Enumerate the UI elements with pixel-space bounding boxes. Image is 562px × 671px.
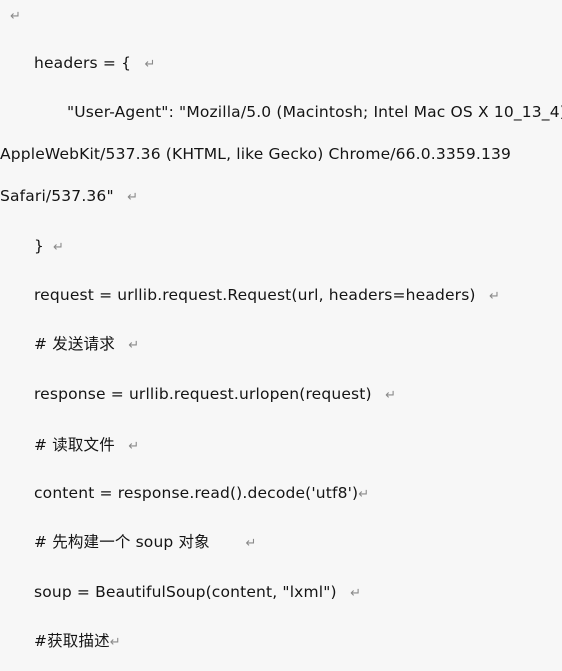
line-comment-read: # 读取文件 ↵ <box>0 436 562 456</box>
line-soup-text: soup = BeautifulSoup(content, "lxml") <box>34 583 337 601</box>
paragraph-mark-icon: ↵ <box>52 240 65 255</box>
line-headers-open: headers = { ↵ <box>0 54 562 74</box>
paragraph-mark-icon: ↵ <box>358 487 370 502</box>
line-content: content = response.read().decode('utf8')… <box>0 484 562 504</box>
line-applewebkit-text: AppleWebKit/537.36 (KHTML, like Gecko) C… <box>0 145 512 163</box>
line-safari-gap <box>114 188 127 205</box>
line-user-agent-text: "User-Agent": "Mozilla/5.0 (Macintosh; I… <box>67 103 562 121</box>
line-comment-soup-text: # 先构建一个 soup 对象 <box>34 533 210 551</box>
paragraph-mark-icon: ↵ <box>128 439 140 454</box>
line-request: request = urllib.request.Request(url, he… <box>0 286 562 306</box>
line-response-gap <box>372 386 385 403</box>
line-headers-close-gap <box>44 238 53 255</box>
line-comment-read-text: # 读取文件 <box>34 436 115 454</box>
paragraph-mark-icon: ↵ <box>385 388 397 403</box>
paragraph-mark-icon: ↵ <box>245 536 257 551</box>
line-headers-open-gap <box>131 55 144 72</box>
line-headers-close: } ↵ <box>0 237 562 257</box>
paragraph-mark-icon: ↵ <box>489 289 501 304</box>
paragraph-mark-icon: ↵ <box>144 57 156 72</box>
line-applewebkit: AppleWebKit/537.36 (KHTML, like Gecko) C… <box>0 145 562 164</box>
paragraph-mark-icon: ↵ <box>350 586 362 601</box>
paragraph-mark-icon: ↵ <box>127 190 139 205</box>
line-headers-close-text: } <box>34 237 45 255</box>
line-user-agent: "User-Agent": "Mozilla/5.0 (Macintosh; I… <box>0 103 562 122</box>
line-request-gap <box>476 287 489 304</box>
paragraph-mark-icon: ↵ <box>128 338 140 353</box>
line-comment-soup-gap <box>210 534 246 551</box>
line-safari-text: Safari/537.36" <box>0 187 114 205</box>
line-headers-open-text: headers = { <box>34 54 132 72</box>
line-comment-send: # 发送请求 ↵ <box>0 335 562 355</box>
line-comment-read-gap <box>115 437 128 454</box>
line-comment-soup: # 先构建一个 soup 对象 ↵ <box>0 533 562 553</box>
line-content-text: content = response.read().decode('utf8') <box>34 484 359 502</box>
paragraph-mark-icon: ↵ <box>109 635 121 650</box>
line-response-text: response = urllib.request.urlopen(reques… <box>34 385 372 403</box>
line-soup-gap <box>337 584 350 601</box>
line-soup: soup = BeautifulSoup(content, "lxml") ↵ <box>0 583 562 603</box>
line-safari: Safari/537.36" ↵ <box>0 187 562 207</box>
line-blank-top: ↵ <box>0 6 562 26</box>
line-response: response = urllib.request.urlopen(reques… <box>0 385 562 405</box>
document-page: ↵ headers = { ↵ "User-Agent": "Mozilla/5.0… <box>0 0 562 671</box>
line-comment-send-text: # 发送请求 <box>34 335 115 353</box>
paragraph-mark-icon: ↵ <box>10 9 22 24</box>
line-comment-desc-text: #获取描述 <box>34 632 110 650</box>
line-comment-send-gap <box>115 336 128 353</box>
line-comment-desc: #获取描述↵ <box>0 632 562 652</box>
line-request-text: request = urllib.request.Request(url, he… <box>34 286 476 304</box>
